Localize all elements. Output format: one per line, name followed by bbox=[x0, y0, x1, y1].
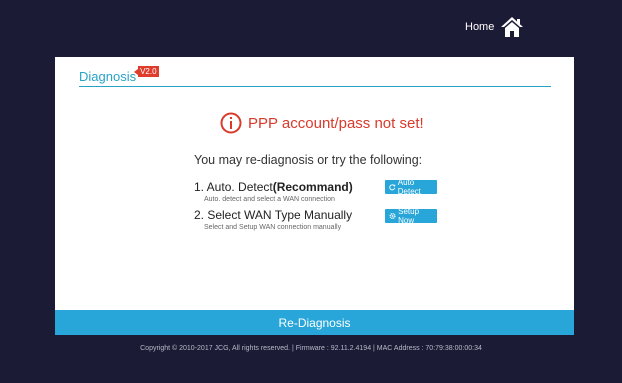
version-badge: V2.0 bbox=[134, 66, 159, 77]
option-title: 2. Select WAN Type Manually bbox=[194, 208, 353, 222]
home-label: Home bbox=[465, 21, 495, 33]
gear-icon bbox=[389, 212, 396, 220]
auto-detect-button[interactable]: Auto Detect bbox=[385, 178, 437, 196]
info-alert-icon bbox=[220, 112, 242, 134]
refresh-icon bbox=[389, 184, 396, 191]
option-manual-setup: 2. Select WAN Type Manually Select and S… bbox=[194, 208, 352, 231]
top-bar: Home bbox=[0, 0, 622, 44]
option-title: 1. Auto. Detect(Recommand) bbox=[194, 180, 353, 194]
home-link[interactable]: Home bbox=[465, 16, 524, 38]
alert-text: PPP account/pass not set! bbox=[248, 114, 424, 132]
option-description: Auto. detect and select a WAN connection bbox=[204, 196, 335, 203]
setup-now-button[interactable]: Setup Now bbox=[385, 207, 437, 225]
alert-message: PPP account/pass not set! bbox=[220, 112, 424, 134]
home-icon[interactable] bbox=[500, 16, 524, 38]
copyright-footer: Copyright © 2010-2017 JCG, All rights re… bbox=[140, 345, 482, 352]
option-description: Select and Setup WAN connection manually bbox=[204, 224, 342, 231]
panel-header: Diagnosis V2.0 bbox=[79, 63, 159, 84]
rediagnosis-button[interactable]: Re-Diagnosis bbox=[55, 310, 574, 335]
option-auto-detect: 1. Auto. Detect(Recommand) Auto. detect … bbox=[194, 180, 353, 203]
panel-title: Diagnosis bbox=[79, 69, 137, 84]
header-divider bbox=[79, 86, 551, 87]
intro-text: You may re-diagnosis or try the followin… bbox=[194, 153, 423, 167]
diagnosis-panel: Diagnosis V2.0 PPP account/pass not set!… bbox=[55, 57, 574, 335]
